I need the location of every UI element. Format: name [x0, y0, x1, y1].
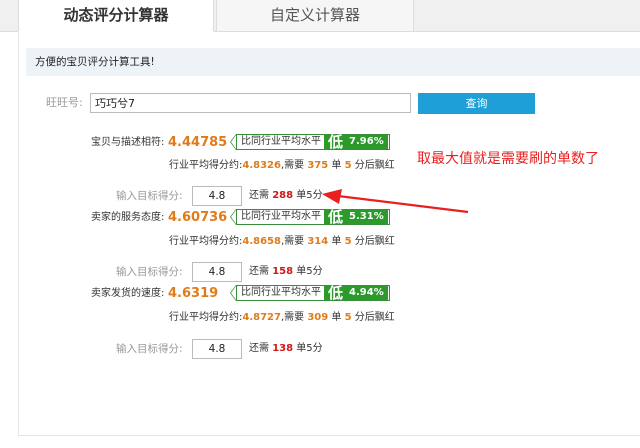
- metric-score-shipping: 4.6319: [168, 286, 219, 301]
- compare-text: 比同行业平均水平: [237, 286, 324, 300]
- avg-value: 4.8658: [242, 236, 281, 247]
- level-flag: 低 5.31%: [324, 208, 388, 226]
- avg-value: 4.8727: [242, 312, 281, 323]
- metric-label-description: 宝贝与描述相符:: [91, 137, 165, 148]
- unit-label: 单: [331, 236, 342, 247]
- remain-suffix: 单5分: [296, 343, 323, 354]
- unit-label: 单: [331, 160, 342, 171]
- remain-prefix: 还需: [249, 343, 269, 354]
- star-value: 5: [344, 236, 352, 247]
- level-percent: 7.96%: [349, 136, 384, 147]
- wangwang-label: 旺旺号:: [46, 96, 83, 109]
- level-text: 低: [328, 284, 344, 302]
- remain-count: 158: [272, 266, 294, 277]
- remain-prefix: 还需: [249, 266, 269, 277]
- metric-score-description: 4.44785: [168, 135, 228, 150]
- need-prefix: ,需要: [280, 160, 305, 171]
- metric-score-service: 4.60736: [168, 210, 228, 225]
- star-value: 5: [344, 160, 352, 171]
- star-value: 5: [344, 312, 352, 323]
- suffix-label: 分后飘红: [354, 160, 395, 171]
- unit-label: 单: [331, 312, 342, 323]
- remain-count: 288: [272, 190, 294, 201]
- average-line: 行业平均得分约:4.8727,需要 309 单 5 分后飘红: [169, 311, 395, 325]
- remain-count: 138: [272, 343, 294, 354]
- suffix-label: 分后飘红: [354, 236, 395, 247]
- compare-badge: 比同行业平均水平 低 7.96%: [236, 134, 390, 150]
- remain-line: 还需 138 单5分: [249, 342, 323, 356]
- target-label: 输入目标得分:: [116, 266, 183, 278]
- avg-prefix: 行业平均得分约:: [169, 312, 243, 323]
- remain-prefix: 还需: [249, 190, 269, 201]
- average-line: 行业平均得分约:4.8326,需要 375 单 5 分后飘红: [169, 159, 395, 173]
- tab-bar: 动态评分计算器 自定义计算器: [0, 0, 640, 32]
- remain-line: 还需 288 单5分: [249, 189, 323, 203]
- avg-prefix: 行业平均得分约:: [169, 160, 243, 171]
- annotation-text: 取最大值就是需要刷的单数了: [417, 151, 599, 167]
- query-button[interactable]: 查询: [418, 93, 535, 114]
- avg-value: 4.8326: [242, 160, 281, 171]
- level-text: 低: [328, 133, 344, 151]
- need-count: 314: [307, 236, 329, 247]
- level-percent: 4.94%: [349, 287, 384, 298]
- need-prefix: ,需要: [280, 236, 305, 247]
- target-input-description[interactable]: [192, 186, 242, 206]
- target-label: 输入目标得分:: [116, 343, 183, 355]
- average-line: 行业平均得分约:4.8658,需要 314 单 5 分后飘红: [169, 235, 395, 249]
- compare-text: 比同行业平均水平: [237, 210, 324, 224]
- avg-prefix: 行业平均得分约:: [169, 236, 243, 247]
- wangwang-input[interactable]: [90, 93, 411, 113]
- compare-badge: 比同行业平均水平 低 4.94%: [236, 285, 390, 301]
- tab-custom-calculator[interactable]: 自定义计算器: [216, 0, 414, 32]
- target-input-shipping[interactable]: [192, 339, 242, 359]
- compare-text: 比同行业平均水平: [237, 135, 324, 149]
- tab-dynamic-calculator[interactable]: 动态评分计算器: [18, 0, 214, 32]
- need-count: 375: [307, 160, 329, 171]
- notice-banner: 方便的宝贝评分计算工具!: [26, 48, 640, 76]
- target-input-service[interactable]: [192, 262, 242, 282]
- need-prefix: ,需要: [280, 312, 305, 323]
- suffix-label: 分后飘红: [354, 312, 395, 323]
- level-flag: 低 4.94%: [324, 284, 388, 302]
- remain-line: 还需 158 单5分: [249, 265, 323, 279]
- level-percent: 5.31%: [349, 211, 384, 222]
- remain-suffix: 单5分: [296, 266, 323, 277]
- level-text: 低: [328, 208, 344, 226]
- remain-suffix: 单5分: [296, 190, 323, 201]
- level-flag: 低 7.96%: [324, 133, 388, 151]
- compare-badge: 比同行业平均水平 低 5.31%: [236, 209, 390, 225]
- metric-label-shipping: 卖家发货的速度:: [91, 288, 165, 299]
- target-label: 输入目标得分:: [116, 190, 183, 202]
- need-count: 309: [307, 312, 329, 323]
- metric-label-service: 卖家的服务态度:: [91, 212, 165, 223]
